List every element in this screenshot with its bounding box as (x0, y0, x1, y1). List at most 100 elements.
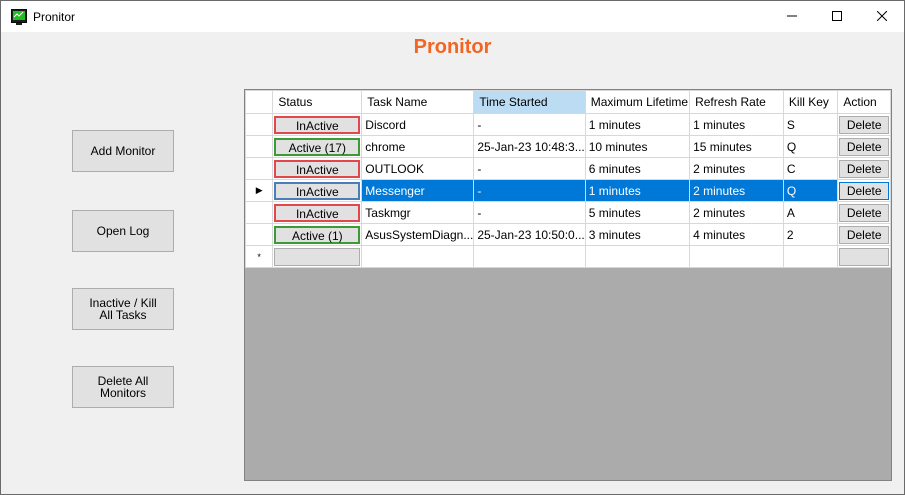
delete-row-button[interactable]: Delete (839, 225, 889, 244)
add-monitor-button[interactable]: Add Monitor (72, 130, 174, 172)
column-header-status[interactable]: Status (272, 90, 363, 114)
task-name-cell[interactable]: OUTLOOK (361, 157, 475, 180)
delete-row-button[interactable]: Delete (839, 159, 889, 178)
table-row[interactable]: InActive Discord - 1 minutes 1 minutes S… (245, 113, 891, 136)
max-lifetime-cell[interactable]: 6 minutes (584, 157, 691, 180)
max-lifetime-cell[interactable]: 1 minutes (584, 179, 691, 202)
app-heading: Pronitor (413, 36, 492, 58)
action-cell: Delete (837, 113, 891, 136)
table-row[interactable]: InActive Taskmgr - 5 minutes 2 minutes A… (245, 201, 891, 224)
column-header-action[interactable]: Action (837, 90, 891, 114)
window-title: Pronitor (33, 10, 76, 24)
max-lifetime-cell[interactable]: 5 minutes (584, 201, 691, 224)
task-name-cell[interactable] (361, 245, 475, 268)
kill-key-cell[interactable]: Q (782, 135, 839, 158)
open-log-button[interactable]: Open Log (72, 210, 174, 252)
status-cell: InActive (272, 157, 363, 180)
task-name-cell[interactable]: Discord (361, 113, 475, 136)
column-header-task-name[interactable]: Task Name (361, 90, 475, 114)
new-row-indicator-icon[interactable]: * (245, 245, 274, 268)
status-cell: Active (1) (272, 223, 363, 246)
kill-key-cell[interactable]: S (782, 113, 839, 136)
max-lifetime-cell[interactable]: 3 minutes (584, 223, 691, 246)
inactive-kill-all-button[interactable]: Inactive / Kill All Tasks (72, 288, 174, 330)
refresh-rate-cell[interactable]: 15 minutes (689, 135, 784, 158)
time-started-cell[interactable]: - (473, 113, 586, 136)
refresh-rate-cell[interactable] (689, 245, 784, 268)
action-cell: Delete (837, 157, 891, 180)
close-button[interactable] (859, 1, 904, 32)
maximize-button[interactable] (814, 1, 859, 32)
kill-key-cell[interactable]: C (782, 157, 839, 180)
status-toggle-button[interactable]: InActive (274, 203, 361, 222)
delete-row-button[interactable]: Delete (839, 137, 889, 156)
kill-key-cell[interactable]: Q (782, 179, 839, 202)
column-header-refresh-rate[interactable]: Refresh Rate (689, 90, 784, 114)
delete-all-monitors-button[interactable]: Delete All Monitors (72, 366, 174, 408)
time-started-cell[interactable]: - (473, 179, 586, 202)
delete-row-button[interactable]: Delete (839, 181, 889, 200)
delete-row-button[interactable] (839, 247, 889, 266)
status-toggle-button[interactable]: InActive (274, 115, 361, 134)
kill-key-cell[interactable] (782, 245, 839, 268)
max-lifetime-cell[interactable]: 10 minutes (584, 135, 691, 158)
status-cell: InActive (272, 201, 363, 224)
time-started-cell[interactable]: 25-Jan-23 10:48:3... (473, 135, 586, 158)
action-cell (837, 245, 891, 268)
status-cell: Active (17) (272, 135, 363, 158)
refresh-rate-cell[interactable]: 2 minutes (689, 157, 784, 180)
refresh-rate-cell[interactable]: 2 minutes (689, 179, 784, 202)
column-header-maximum-lifetime[interactable]: Maximum Lifetime (584, 90, 691, 114)
row-header[interactable] (245, 157, 274, 180)
table-row[interactable]: InActive OUTLOOK - 6 minutes 2 minutes C… (245, 157, 891, 180)
status-toggle-button[interactable]: Active (17) (274, 137, 361, 156)
close-icon (876, 10, 887, 24)
time-started-cell[interactable]: - (473, 157, 586, 180)
action-cell: Delete (837, 201, 891, 224)
kill-key-cell[interactable]: 2 (782, 223, 839, 246)
title-bar[interactable]: Pronitor (1, 1, 904, 32)
inactive-kill-label-line2: All Tasks (99, 308, 147, 322)
status-toggle-button[interactable]: InActive (274, 159, 361, 178)
status-cell: InActive (272, 179, 363, 202)
add-monitor-label: Add Monitor (90, 144, 156, 158)
column-header-time-started[interactable]: Time Started (473, 90, 586, 114)
time-started-cell[interactable]: - (473, 201, 586, 224)
table-row-selected[interactable]: ▶ InActive Messenger - 1 minutes 2 minut… (245, 179, 891, 202)
table-row[interactable]: Active (1) AsusSystemDiagn... 25-Jan-23 … (245, 223, 891, 246)
status-cell (272, 245, 363, 268)
delete-row-button[interactable]: Delete (839, 115, 889, 134)
task-name-cell[interactable]: Taskmgr (361, 201, 475, 224)
delete-row-button[interactable]: Delete (839, 203, 889, 222)
column-header-kill-key[interactable]: Kill Key (782, 90, 839, 114)
monitor-grid[interactable]: Status Task Name Time Started Maximum Li… (244, 89, 892, 481)
action-cell: Delete (837, 223, 891, 246)
refresh-rate-cell[interactable]: 2 minutes (689, 201, 784, 224)
table-row[interactable]: Active (17) chrome 25-Jan-23 10:48:3... … (245, 135, 891, 158)
task-name-cell[interactable]: chrome (361, 135, 475, 158)
monitor-icon (11, 9, 27, 25)
task-name-cell[interactable]: Messenger (361, 179, 475, 202)
time-started-cell[interactable] (473, 245, 586, 268)
row-header[interactable] (245, 201, 274, 224)
status-toggle-button[interactable]: Active (1) (274, 225, 361, 244)
kill-key-cell[interactable]: A (782, 201, 839, 224)
new-row[interactable]: * (245, 245, 891, 268)
max-lifetime-cell[interactable] (584, 245, 691, 268)
row-header[interactable] (245, 223, 274, 246)
monitor-table: Status Task Name Time Started Maximum Li… (245, 90, 891, 268)
status-toggle-button[interactable]: InActive (274, 181, 361, 200)
time-started-cell[interactable]: 25-Jan-23 10:50:0... (473, 223, 586, 246)
row-header[interactable] (245, 113, 274, 136)
current-row-indicator-icon[interactable]: ▶ (245, 179, 274, 202)
task-name-cell[interactable]: AsusSystemDiagn... (361, 223, 475, 246)
refresh-rate-cell[interactable]: 1 minutes (689, 113, 784, 136)
status-toggle-button[interactable] (274, 247, 361, 266)
refresh-rate-cell[interactable]: 4 minutes (689, 223, 784, 246)
main-window: Pronitor Pronitor Add Monitor Open Log I… (0, 0, 905, 495)
max-lifetime-cell[interactable]: 1 minutes (584, 113, 691, 136)
row-header[interactable] (245, 135, 274, 158)
action-cell: Delete (837, 135, 891, 158)
maximize-icon (831, 10, 842, 24)
minimize-button[interactable] (769, 1, 814, 32)
